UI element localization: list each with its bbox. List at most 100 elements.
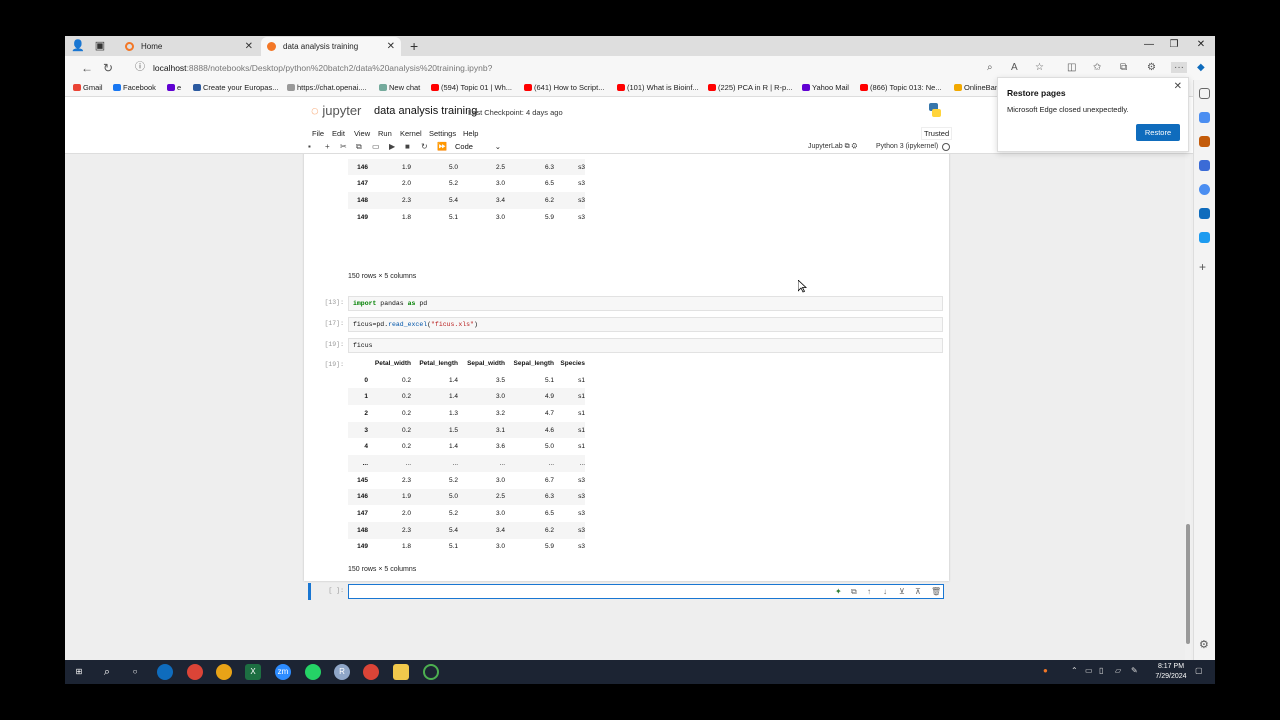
search-icon[interactable] [1199,88,1210,99]
telegram-icon[interactable] [1199,232,1210,243]
new-tab-icon[interactable]: + [410,38,418,54]
restore-button[interactable]: Restore [1136,124,1180,141]
stop-icon[interactable]: ■ [405,142,410,151]
url-field[interactable]: ⓘ localhost:8888/notebooks/Desktop/pytho… [131,59,1061,77]
maximize-icon[interactable]: ❐ [1164,39,1184,50]
bookmark-new-chat[interactable]: New chat [379,83,420,92]
chrome-icon[interactable] [216,664,232,680]
insert-above-icon[interactable]: ⊻ [899,587,905,596]
notebook-area[interactable]: 145 2.3 5.2 3.0 6.7 s3 146 1.9 5.0 2.5 6.3 s3 147 2.0… [65,154,1193,684]
app-icon[interactable] [423,664,439,680]
extensions-icon[interactable]: ⚙ [1147,62,1156,73]
back-icon[interactable]: ← [81,61,93,75]
minimize-icon[interactable]: — [1139,39,1159,50]
duplicate-cell-icon[interactable]: ⧉ [851,587,857,597]
edge-icon[interactable] [157,664,173,680]
chrome-icon[interactable] [363,664,379,680]
windows-start-icon[interactable]: ⊞ [71,664,87,680]
system-clock[interactable]: 8:17 PM 7/29/2024 [1151,662,1191,682]
outlook-icon[interactable] [1199,208,1210,219]
zoom-icon[interactable]: zm [275,664,291,680]
jupyterlab-link[interactable]: JupyterLab ⧉ ⚙ [808,143,857,151]
workspaces-icon[interactable]: ▣ [93,39,107,53]
games-icon[interactable] [1199,184,1210,195]
kernel-name[interactable]: Python 3 (ipykernel) [876,143,938,150]
add-sidebar-icon[interactable]: + [1199,261,1210,273]
notification-app-icon[interactable]: ● [1043,666,1048,675]
refresh-icon[interactable]: ↻ [103,61,113,75]
jupyter-logo[interactable]: ◌ jupyter [311,103,361,118]
split-screen-icon[interactable]: ◫ [1067,62,1076,73]
bookmark-pca[interactable]: (225) PCA in R | R-p... [708,83,792,92]
copilot-icon[interactable]: ◆ [1197,62,1205,73]
delete-cell-icon[interactable]: 🗑 [931,587,941,596]
profile-icon[interactable]: 👤 [71,39,85,53]
restart-icon[interactable]: ↻ [421,142,428,151]
task-view-icon[interactable]: ○ [127,664,143,680]
r-icon[interactable]: R [334,664,350,680]
file-explorer-icon[interactable] [393,664,409,680]
close-window-icon[interactable]: ✕ [1191,39,1211,50]
bookmark-gmail[interactable]: Gmail [73,83,103,92]
vertical-scrollbar[interactable] [1185,154,1191,684]
copy-icon[interactable]: ⧉ [356,142,362,152]
run-icon[interactable]: ▶ [389,142,395,151]
read-aloud-icon[interactable]: A [1011,62,1018,73]
menu-view[interactable]: View [354,129,370,138]
tools-icon[interactable] [1199,136,1210,147]
trusted-indicator[interactable]: Trusted [921,127,953,140]
move-up-icon[interactable]: ↑ [867,587,871,596]
battery-icon[interactable]: ▱ [1115,666,1121,675]
favorite-star-icon[interactable]: ☆ [1035,62,1044,73]
search-icon[interactable]: ⌕ [99,664,115,680]
move-down-icon[interactable]: ↓ [883,587,887,596]
scrollbar-thumb[interactable] [1186,524,1190,644]
save-icon[interactable]: ▪ [308,142,311,151]
notifications-icon[interactable]: ▢ [1195,666,1203,675]
whatsapp-icon[interactable] [305,664,321,680]
settings-gear-icon[interactable]: ⚙ [1199,640,1210,651]
close-tab-icon[interactable]: ✕ [387,37,395,56]
code-cell-read-excel[interactable]: ficus=pd.read_excel("ficus.xls") [348,317,943,332]
code-input[interactable]: ✦ ⧉ ↑ ↓ ⊻ ⊼ 🗑 [348,584,944,599]
favorites-icon[interactable]: ✩ [1093,62,1101,73]
close-icon[interactable]: ✕ [1174,81,1182,92]
bookmark-chat-openai[interactable]: https://chat.openai.... [287,83,367,92]
menu-edit[interactable]: Edit [332,129,345,138]
zoom-icon[interactable]: ⌕ [987,62,993,73]
excel-icon[interactable]: X [245,664,261,680]
bookmark-topic-01[interactable]: (594) Topic 01 | Wh... [431,83,512,92]
bookmark-facebook[interactable]: Facebook [113,83,156,92]
bookmark-onlineban[interactable]: OnlineBan [954,83,999,92]
chrome-icon[interactable] [187,664,203,680]
bookmark-how-to-script[interactable]: (641) How to Script... [524,83,604,92]
insert-below-icon[interactable]: ⊼ [915,587,921,596]
tab-data-analysis[interactable]: data analysis training ✕ [261,37,401,56]
shopping-icon[interactable] [1199,112,1210,123]
bookmark-e[interactable]: e [167,83,181,92]
cut-icon[interactable]: ✂ [340,142,347,151]
cell-type-select[interactable]: Code ⌄ [455,142,501,151]
pen-icon[interactable]: ✎ [1131,666,1138,675]
volume-icon[interactable]: ▯ [1099,666,1103,675]
bookmark-europass[interactable]: Create your Europas... [193,83,278,92]
ai-sparkle-icon[interactable]: ✦ [835,587,842,596]
menu-run[interactable]: Run [378,129,392,138]
menu-kernel[interactable]: Kernel [400,129,422,138]
notebook-title[interactable]: data analysis training [374,105,477,117]
paste-icon[interactable]: ▭ [372,142,380,151]
active-code-cell[interactable]: [ ]: ✦ ⧉ ↑ ↓ ⊻ ⊼ 🗑 [308,583,948,600]
network-icon[interactable]: ▭ [1085,666,1093,675]
bookmark-topic-013[interactable]: (866) Topic 013: Ne... [860,83,942,92]
collections-icon[interactable]: ⧉ [1120,62,1127,73]
bookmark-bioinf[interactable]: (101) What is Bioinf... [617,83,699,92]
close-tab-icon[interactable]: ✕ [245,37,253,56]
insert-cell-icon[interactable]: + [325,142,330,151]
code-cell-ficus[interactable]: ficus [348,338,943,353]
menu-file[interactable]: File [312,129,324,138]
code-cell-import[interactable]: import pandas as pd [348,296,943,311]
chevron-up-icon[interactable]: ⌃ [1071,666,1078,675]
tab-home[interactable]: Home ✕ [119,37,259,56]
people-icon[interactable] [1199,160,1210,171]
fast-forward-icon[interactable]: ⏩ [437,142,447,151]
